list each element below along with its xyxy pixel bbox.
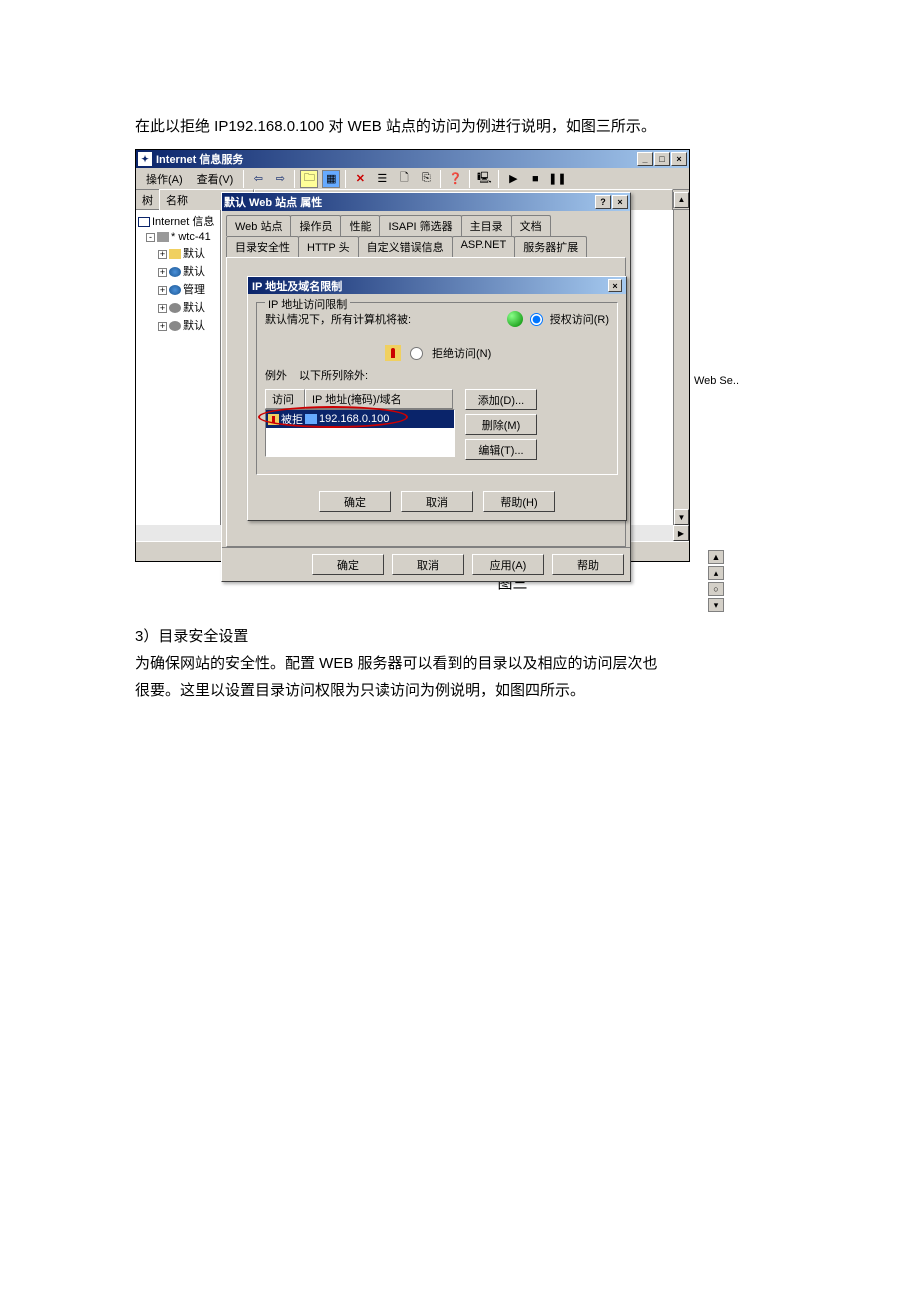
grant-radio[interactable] [530,313,543,326]
tab-performance[interactable]: 性能 [340,215,380,236]
grant-icon [507,311,523,327]
app-icon: ✦ [138,152,152,166]
pager-top-icon[interactable]: ▲ [708,550,724,564]
forward-icon[interactable]: ⇨ [271,170,289,188]
ip-access-group: 默认情况下，所有计算机将被: 授权访问(R) 拒绝访问(N) [256,302,618,475]
side-label: Web Se.. [694,375,739,387]
props-help-button[interactable]: 帮助 [552,554,624,575]
tree-admin[interactable]: +管理 [138,280,218,298]
section-p1: 为确保网站的安全性。配置 WEB 服务器可以看到的目录以及相应的访问层次也 [135,650,890,677]
ip-close-button[interactable]: × [608,279,622,292]
deny-icon [385,345,401,361]
intro-text: 在此以拒绝 IP192.168.0.100 对 WEB 站点的访问为例进行说明，… [135,115,890,139]
props-cancel-button[interactable]: 取消 [392,554,464,575]
up-folder-icon[interactable]: 🗀 [300,170,318,188]
close-button[interactable]: × [671,152,687,166]
mmc-titlebar: ✦ Internet 信息服务 _ □ × [136,150,689,168]
row-ip: 192.168.0.100 [319,413,389,425]
props-title: 默认 Web 站点 属性 [224,194,322,210]
export-icon[interactable]: ⎘ [417,170,435,188]
tree-root[interactable]: Internet 信息 [138,212,218,230]
tab-website[interactable]: Web 站点 [226,215,291,236]
mmc-title: Internet 信息服务 [156,151,243,167]
maximize-button[interactable]: □ [654,152,670,166]
back-icon[interactable]: ⇦ [249,170,267,188]
props-help-button[interactable]: ? [595,195,611,209]
ip-list[interactable]: 被拒 192.168.0.100 [265,409,455,457]
minimize-button[interactable]: _ [637,152,653,166]
add-button[interactable]: 添加(D)... [465,389,537,410]
stop-icon[interactable]: ■ [526,170,544,188]
pager-down-icon[interactable]: ▾ [708,598,724,612]
tab-dir-security[interactable]: 目录安全性 [226,236,299,257]
deny-radio[interactable] [410,347,423,360]
row-status: 被拒 [281,411,303,427]
props-apply-button[interactable]: 应用(A) [472,554,544,575]
deny-label: 拒绝访问(N) [432,345,491,361]
pager-mid-icon[interactable]: ○ [708,582,724,596]
ip-cancel-button[interactable]: 取消 [401,491,473,512]
ip-restriction-dialog: IP 地址及域名限制 × 默认情况下，所有计算机将被: 授权访问(R) [247,276,627,521]
ip-help-button[interactable]: 帮助(H) [483,491,555,512]
tab-isapi[interactable]: ISAPI 筛选器 [379,215,461,236]
server-icon[interactable]: 🖳 [475,170,493,188]
scroll-up-icon[interactable]: ▲ [674,192,689,208]
props-titlebar: 默认 Web 站点 属性 ? × [222,193,630,211]
view-icon[interactable]: ▦ [322,170,340,188]
ip-dialog-title: IP 地址及域名限制 [252,278,342,294]
tab-operators[interactable]: 操作员 [290,215,341,236]
menubar: 操作(A) 查看(V) ⇦ ⇨ 🗀 ▦ ✕ ☰ 🗋 ⎘ ❓ 🖳 ▶ ■ ❚❚ [136,168,689,190]
grant-label: 授权访问(R) [550,311,609,327]
scroll-down-icon[interactable]: ▼ [674,509,689,525]
scrollbar-vertical[interactable]: ▼ [673,210,689,525]
tab-documents[interactable]: 文档 [511,215,551,236]
ip-ok-button[interactable]: 确定 [319,491,391,512]
tree-host[interactable]: -* wtc-41 [138,230,218,244]
tree-site-3[interactable]: +默认 [138,298,218,316]
scroll-right-icon[interactable]: ▶ [673,525,689,541]
refresh-icon[interactable]: 🗋 [395,170,413,188]
tab-aspnet[interactable]: ASP.NET [452,236,516,257]
tab-server-ext[interactable]: 服务器扩展 [514,236,587,257]
col-ip[interactable]: IP 地址(掩码)/域名 [305,389,453,409]
props-ok-button[interactable]: 确定 [312,554,384,575]
tree-panel: Internet 信息 -* wtc-41 +默认 +默认 +管理 +默认 +默… [136,210,221,525]
pager-buttons: ▲ ▴ ○ ▾ [708,550,724,612]
section-heading: 3）目录安全设置 [135,623,890,650]
tab-homedir[interactable]: 主目录 [461,215,512,236]
pause-icon[interactable]: ❚❚ [548,170,566,188]
edit-button[interactable]: 编辑(T)... [465,439,537,460]
properties-icon[interactable]: ☰ [373,170,391,188]
menu-action[interactable]: 操作(A) [140,169,189,189]
tree-site-4[interactable]: +默认 [138,316,218,334]
col-access[interactable]: 访问 [265,389,305,409]
tab-http-headers[interactable]: HTTP 头 [298,236,359,257]
row-pc-icon [305,414,317,424]
iis-window: ✦ Internet 信息服务 _ □ × 操作(A) 查看(V) ⇦ ⇨ 🗀 … [135,149,690,562]
tree-site-2[interactable]: +默认 [138,262,218,280]
section-p2: 很要。这里以设置目录访问权限为只读访问为例说明，如图四所示。 [135,677,890,704]
ip-titlebar: IP 地址及域名限制 × [248,277,626,294]
properties-dialog: 默认 Web 站点 属性 ? × Web 站点 操作员 性能 ISAPI 筛选器… [221,192,631,582]
except-sub-label: 以下所列除外: [299,367,368,383]
play-icon[interactable]: ▶ [504,170,522,188]
ip-list-row[interactable]: 被拒 192.168.0.100 [266,410,454,428]
tree-site-1[interactable]: +默认 [138,244,218,262]
menu-view[interactable]: 查看(V) [191,169,240,189]
default-label: 默认情况下，所有计算机将被: [265,311,411,327]
row-deny-icon [268,414,279,425]
tab-custom-errors[interactable]: 自定义错误信息 [358,236,453,257]
remove-button[interactable]: 删除(M) [465,414,537,435]
help-icon[interactable]: ❓ [446,170,464,188]
pager-up-icon[interactable]: ▴ [708,566,724,580]
delete-icon[interactable]: ✕ [351,170,369,188]
props-close-button[interactable]: × [612,195,628,209]
except-label: 例外 [265,367,287,383]
tree-label: 树 [136,192,159,208]
